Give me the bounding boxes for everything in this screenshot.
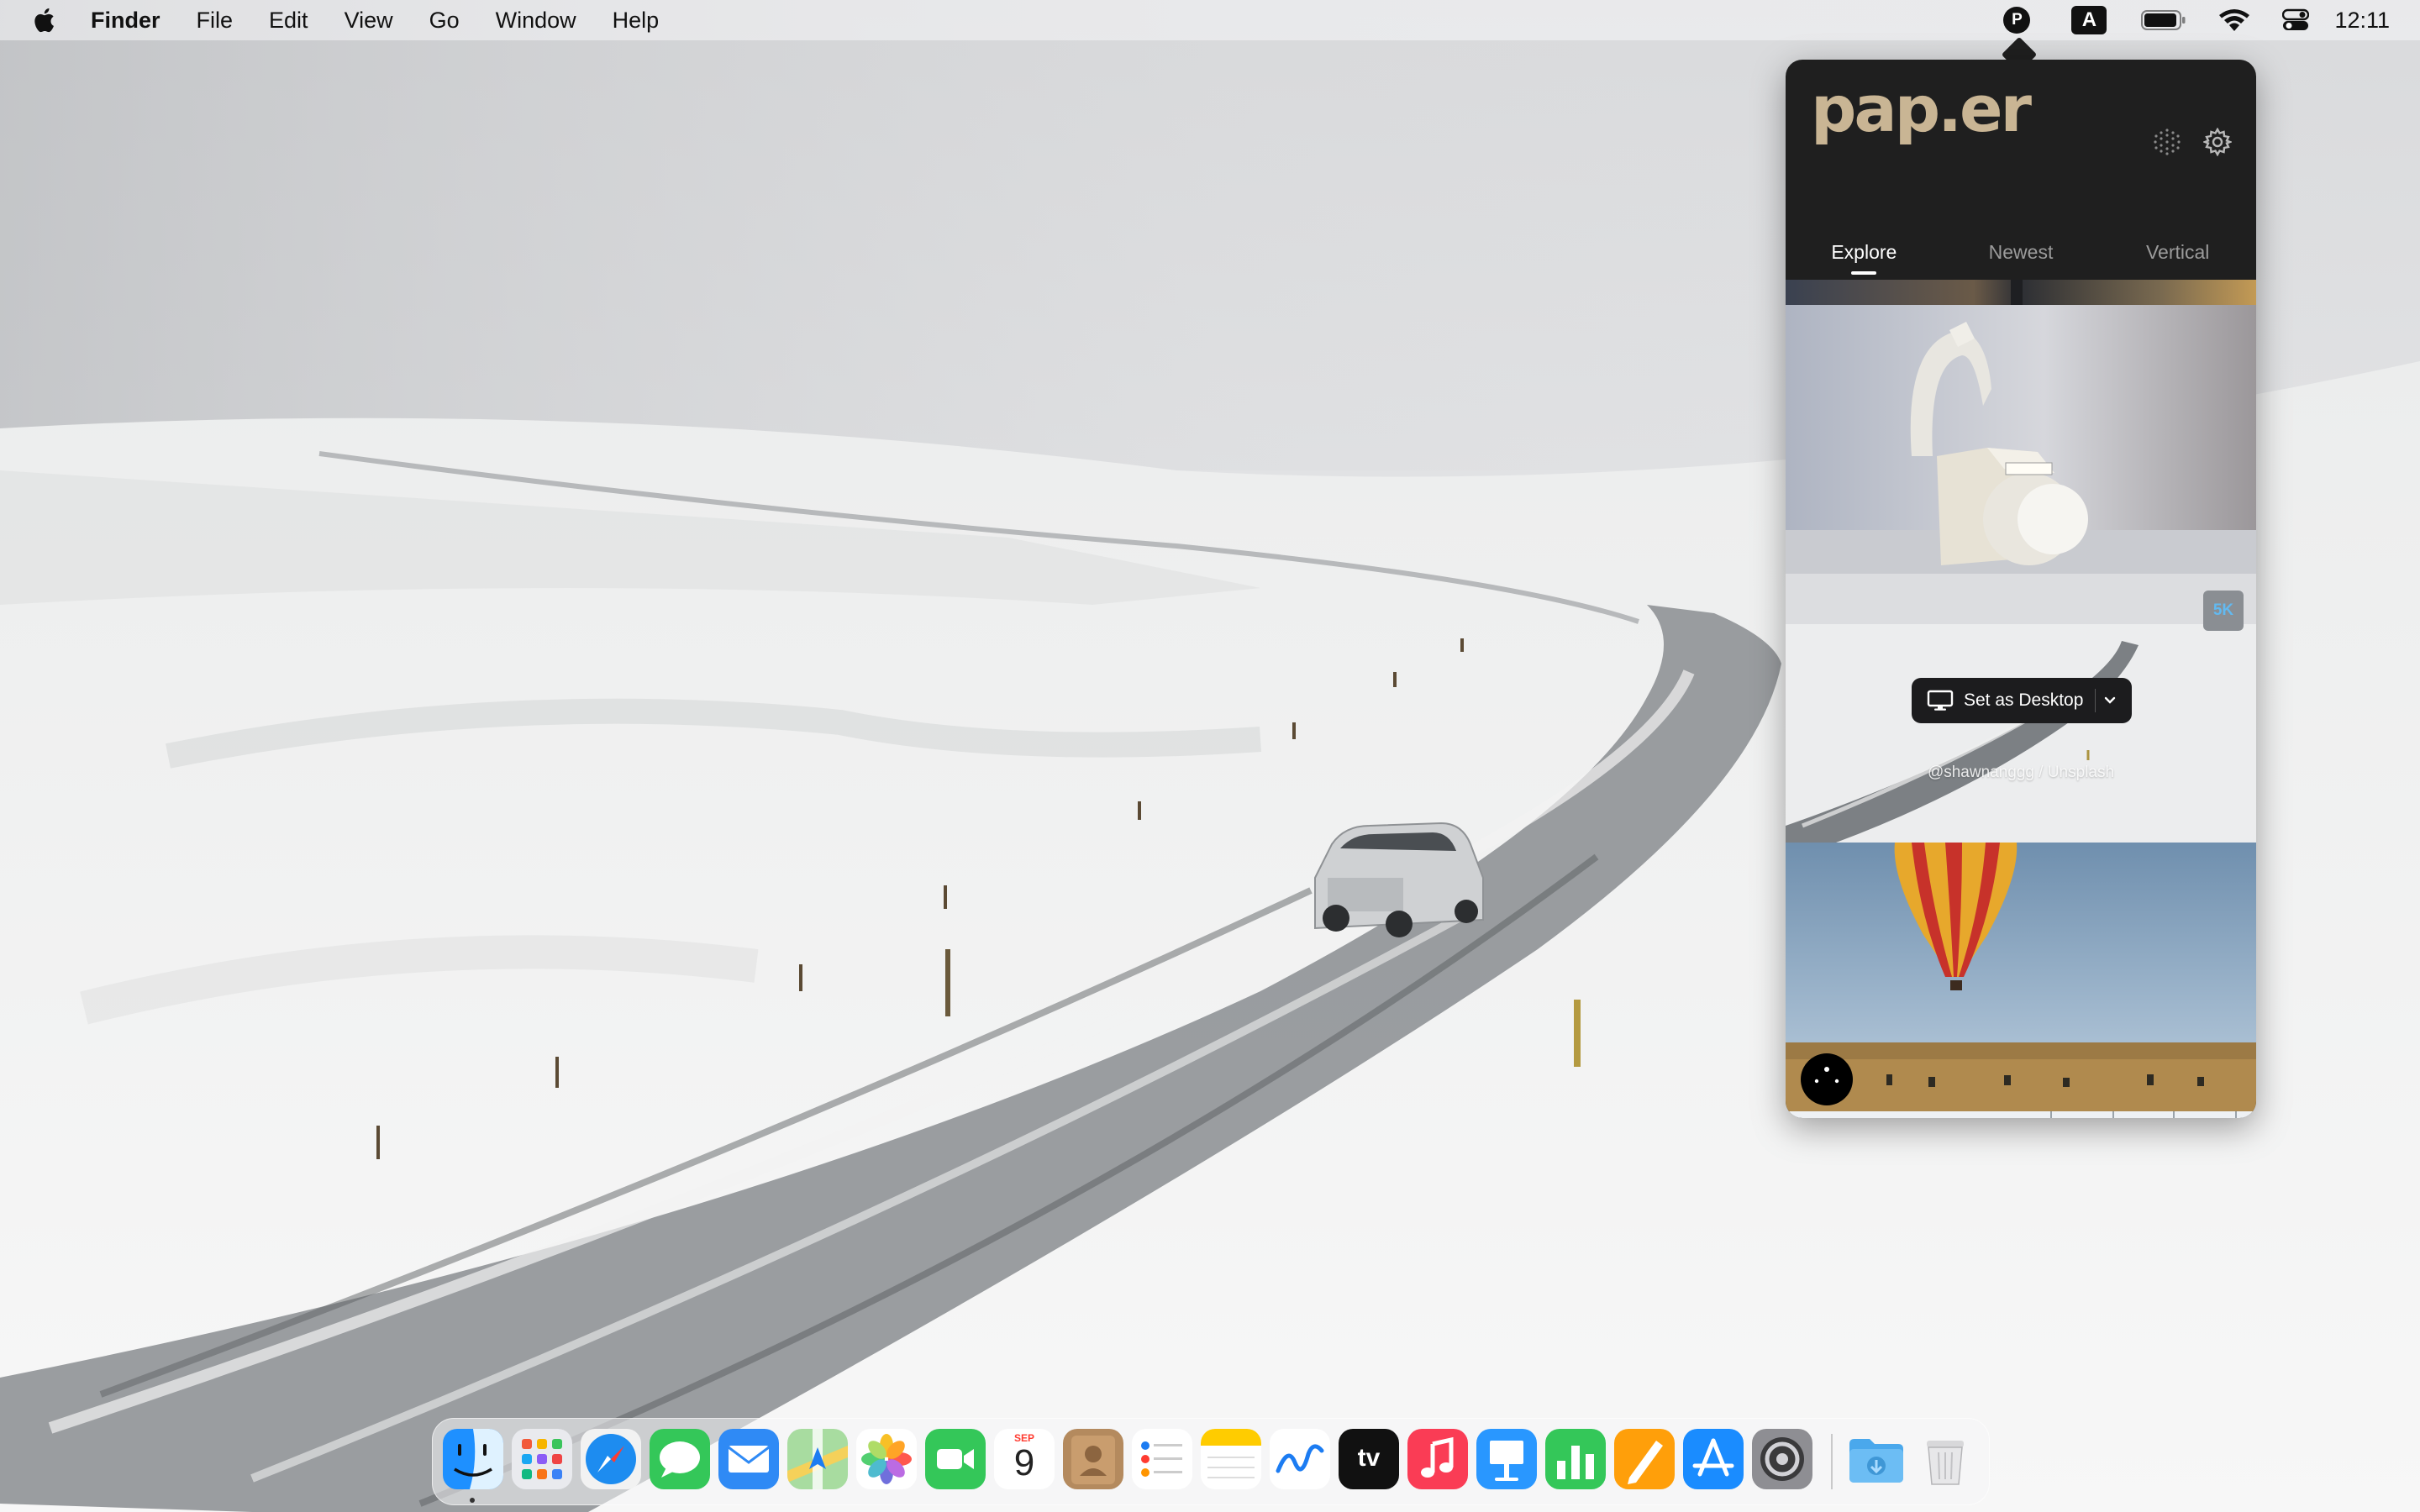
dock-safari-icon[interactable] (581, 1429, 641, 1489)
resolution-badge: 5K (2203, 591, 2244, 631)
tab-newest[interactable]: Newest (1943, 224, 2100, 275)
photo-credit[interactable]: @shawnanggg / Unsplash (1786, 764, 2256, 782)
monitor-icon (1927, 690, 1955, 711)
dock-freeform-icon[interactable] (1270, 1429, 1330, 1489)
dock-separator (1831, 1434, 1833, 1489)
chevron-down-icon[interactable] (2096, 696, 2124, 706)
dots-grid-icon[interactable] (2152, 127, 2182, 157)
scroll-top-button[interactable] (1801, 1053, 1853, 1105)
input-source-label: A (2071, 6, 2107, 34)
dock-pages-icon[interactable] (1614, 1429, 1675, 1489)
dock-contacts-icon[interactable] (1063, 1429, 1123, 1489)
control-center-icon[interactable] (2282, 0, 2310, 40)
dock-calendar-icon[interactable]: SEP 9 (994, 1429, 1055, 1489)
dock-keynote-icon[interactable] (1476, 1429, 1537, 1489)
dock-numbers-icon[interactable] (1545, 1429, 1606, 1489)
dock-messages-icon[interactable] (650, 1429, 710, 1489)
set-as-desktop-label: Set as Desktop (1964, 690, 2084, 710)
car (1314, 822, 1484, 937)
wallpaper-thumbnail-camera[interactable] (1786, 305, 2256, 574)
input-source-icon[interactable]: A (2070, 0, 2107, 40)
menu-edit[interactable]: Edit (269, 0, 308, 40)
tv-label: tv (1357, 1444, 1381, 1472)
paper-app-icon[interactable]: P (2002, 0, 2032, 40)
dock-maps-icon[interactable] (787, 1429, 848, 1489)
wallpaper-thumbnail-snowy-road[interactable]: 5K Set as Desktop @shawnanggg / Unsplash (1786, 574, 2256, 843)
apple-logo-icon[interactable] (30, 0, 57, 40)
calendar-day: 9 (1013, 1442, 1035, 1483)
tab-vertical[interactable]: Vertical (2099, 224, 2256, 275)
paper-popover: pap.er Explore Newest Vertical 5K Set as… (1786, 60, 2256, 1118)
dock-trash-icon[interactable] (1915, 1429, 1975, 1489)
dock-music-icon[interactable] (1407, 1429, 1468, 1489)
dock-photos-icon[interactable] (856, 1429, 917, 1489)
wallpaper-thumbnail-balloon[interactable] (1786, 843, 2256, 1111)
battery-icon[interactable] (2141, 0, 2186, 40)
dock-launchpad-icon[interactable] (512, 1429, 572, 1489)
wifi-icon[interactable] (2218, 0, 2250, 40)
menu-go[interactable]: Go (429, 0, 460, 40)
menu-bar: Finder File Edit View Go Window Help P A (0, 0, 2420, 40)
dock-notes-icon[interactable] (1201, 1429, 1261, 1489)
menu-view[interactable]: View (345, 0, 393, 40)
menu-clock[interactable]: 12:11 (2334, 8, 2390, 34)
dock-system-settings-icon[interactable] (1752, 1429, 1812, 1489)
menu-window[interactable]: Window (496, 0, 576, 40)
dock-downloads-icon[interactable] (1846, 1429, 1907, 1489)
menu-file[interactable]: File (197, 0, 234, 40)
running-indicator (470, 1498, 475, 1503)
dock-facetime-icon[interactable] (925, 1429, 986, 1489)
gear-icon[interactable] (2202, 127, 2233, 157)
wallpaper-thumbnail-partial[interactable] (1786, 280, 2256, 305)
app-logo: pap.er (1811, 71, 2032, 146)
menu-help[interactable]: Help (613, 0, 660, 40)
wallpaper-feed[interactable]: 5K Set as Desktop @shawnanggg / Unsplash (1786, 280, 2256, 1118)
compass-icon (1812, 1064, 1842, 1095)
menu-app-name[interactable]: Finder (91, 0, 160, 40)
dock-tv-icon[interactable]: tv (1339, 1429, 1399, 1489)
set-as-desktop-button[interactable]: Set as Desktop (1912, 678, 2132, 723)
dock-app-store-icon[interactable] (1683, 1429, 1744, 1489)
dock: SEP 9 tv (432, 1418, 1990, 1505)
dock-mail-icon[interactable] (718, 1429, 779, 1489)
wallpaper-thumbnail-snow-field[interactable] (1786, 1111, 2256, 1118)
dock-finder-icon[interactable] (443, 1429, 503, 1489)
tab-explore[interactable]: Explore (1786, 224, 1943, 275)
paper-icon-letter: P (2003, 7, 2031, 34)
tab-bar: Explore Newest Vertical (1786, 224, 2256, 275)
dock-reminders-icon[interactable] (1132, 1429, 1192, 1489)
